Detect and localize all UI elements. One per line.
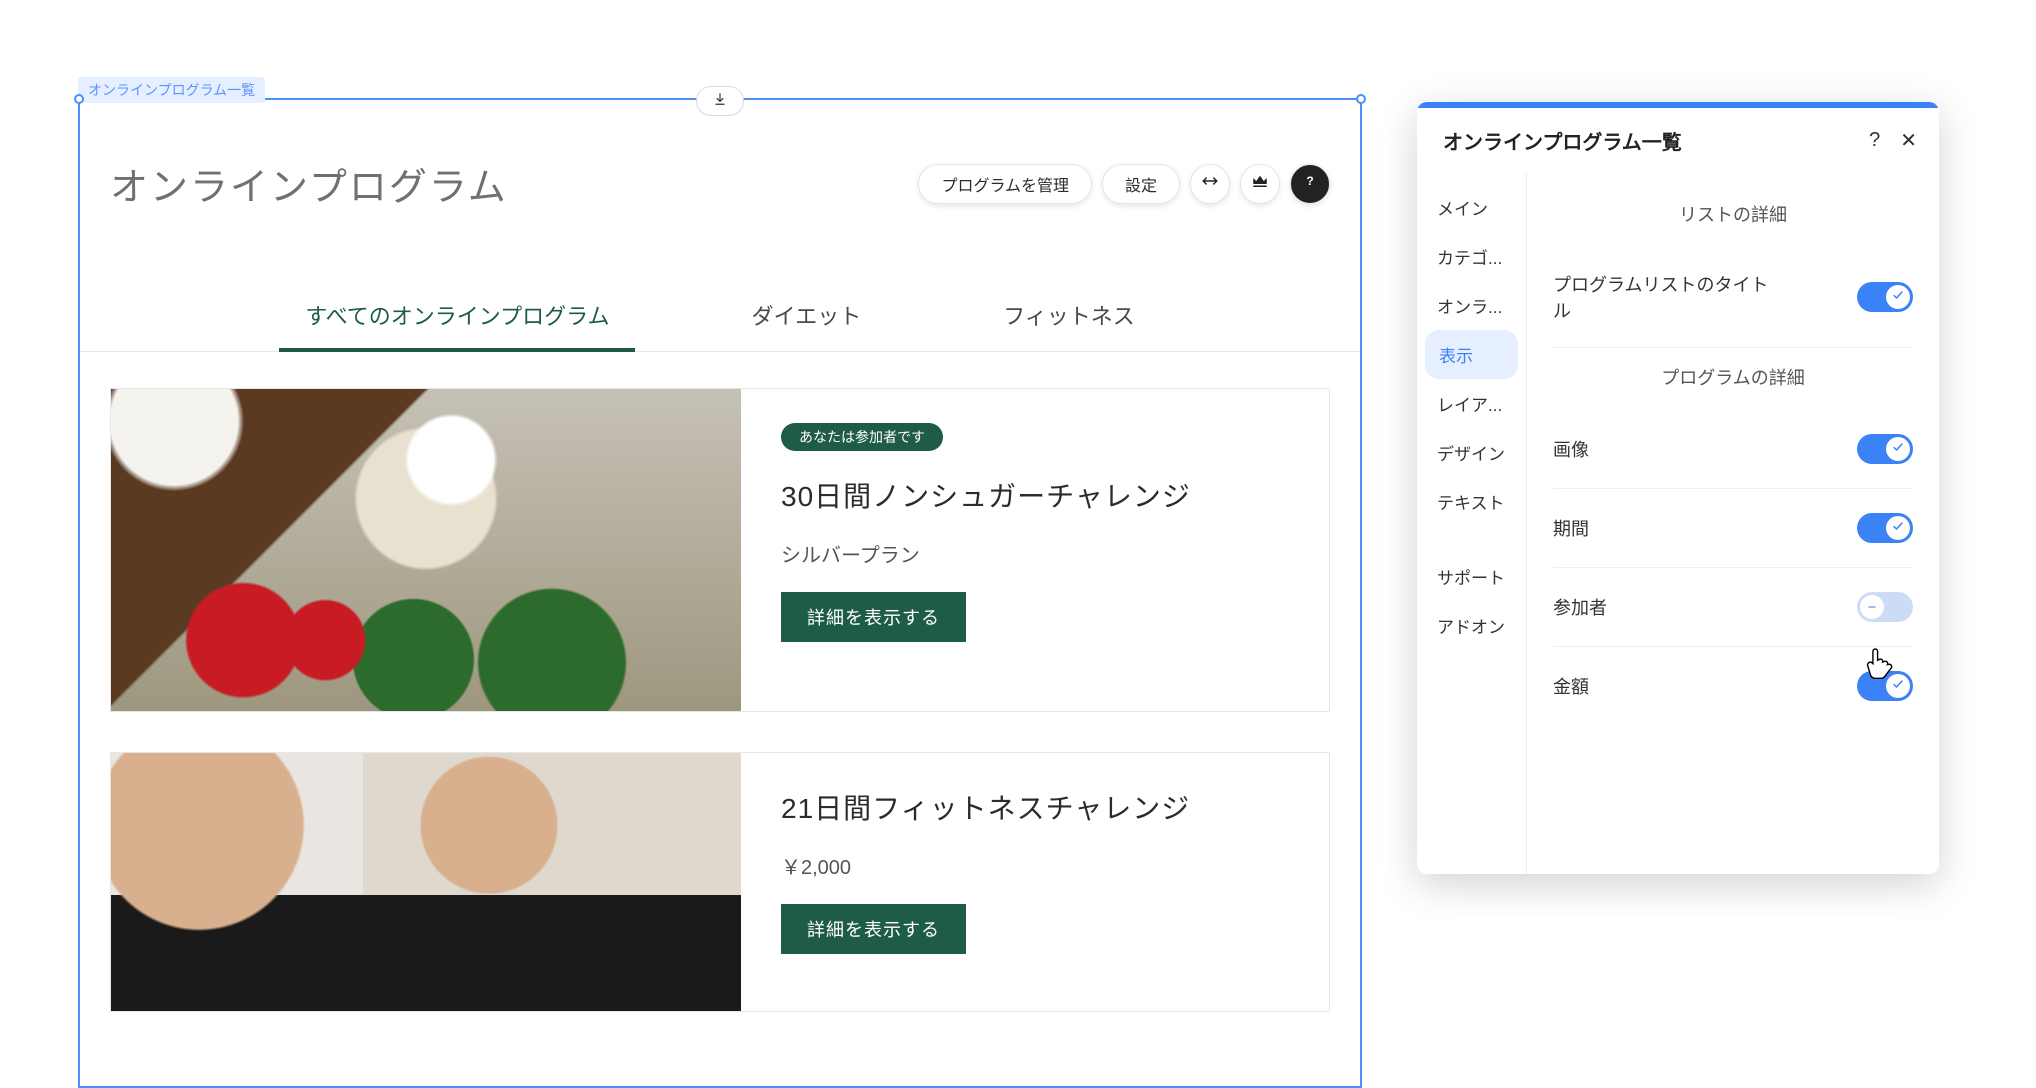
toggle-label: 画像	[1553, 436, 1589, 462]
widget-header: オンラインプログラム プログラムを管理 設定 ?	[80, 100, 1360, 211]
manage-programs-button[interactable]: プログラムを管理	[918, 164, 1092, 204]
category-tabs: すべてのオンラインプログラム ダイエット フィットネス	[80, 299, 1360, 352]
check-icon	[1892, 519, 1904, 537]
section-title-list: リストの詳細	[1553, 185, 1913, 247]
toggle-row-image: 画像	[1553, 410, 1913, 489]
close-icon[interactable]: ✕	[1900, 128, 1917, 153]
settings-content: リストの詳細 プログラムリストのタイトル プログラムの詳細 画像 期間	[1527, 173, 1939, 874]
toggle-knob	[1886, 516, 1910, 540]
panel-title: オンラインプログラム一覧	[1443, 126, 1682, 155]
download-icon	[713, 92, 727, 111]
check-icon	[1892, 677, 1904, 695]
toggle-knob	[1860, 595, 1884, 619]
view-details-button[interactable]: 詳細を表示する	[781, 592, 966, 642]
program-image	[111, 753, 741, 1011]
toggle-price[interactable]	[1857, 671, 1913, 701]
program-title: 30日間ノンシュガーチャレンジ	[781, 475, 1191, 515]
stretch-icon	[1201, 172, 1219, 195]
program-body: あなたは参加者です 30日間ノンシュガーチャレンジ シルバープラン 詳細を表示す…	[741, 389, 1231, 711]
help-button[interactable]: ?	[1290, 164, 1330, 204]
program-cards: あなたは参加者です 30日間ノンシュガーチャレンジ シルバープラン 詳細を表示す…	[80, 352, 1360, 1012]
tab-diet[interactable]: ダイエット	[725, 299, 887, 351]
toggle-knob	[1886, 437, 1910, 461]
sidenav-display[interactable]: 表示	[1425, 330, 1518, 379]
toggle-row-duration: 期間	[1553, 489, 1913, 568]
selection-label: オンラインプログラム一覧	[78, 77, 265, 103]
panel-help-icon[interactable]: ?	[1869, 129, 1880, 152]
download-pill[interactable]	[696, 86, 744, 116]
widget-canvas[interactable]: オンラインプログラム プログラムを管理 設定 ? すべてのオンラインプログラム	[78, 98, 1362, 1088]
view-details-button[interactable]: 詳細を表示する	[781, 904, 966, 954]
tab-fitness[interactable]: フィットネス	[977, 299, 1161, 351]
section-title-program: プログラムの詳細	[1553, 348, 1913, 410]
sidenav-online[interactable]: オンラ...	[1417, 281, 1526, 330]
widget-title: オンラインプログラム	[110, 156, 508, 211]
toggle-label: プログラムリストのタイトル	[1553, 271, 1783, 323]
toggle-knob	[1886, 674, 1910, 698]
program-card[interactable]: 21日間フィットネスチャレンジ ￥2,000 詳細を表示する	[110, 752, 1330, 1012]
program-image	[111, 389, 741, 711]
sidenav-design[interactable]: デザイン	[1417, 428, 1526, 477]
sidenav-categories[interactable]: カテゴ...	[1417, 232, 1526, 281]
toggle-row-list-title: プログラムリストのタイトル	[1553, 247, 1913, 348]
header-controls: プログラムを管理 設定 ?	[918, 164, 1330, 204]
widget-settings-button[interactable]: 設定	[1102, 164, 1180, 204]
crown-button[interactable]	[1240, 164, 1280, 204]
program-card[interactable]: あなたは参加者です 30日間ノンシュガーチャレンジ シルバープラン 詳細を表示す…	[110, 388, 1330, 712]
toggle-duration[interactable]	[1857, 513, 1913, 543]
participant-badge: あなたは参加者です	[781, 423, 943, 451]
stretch-button[interactable]	[1190, 164, 1230, 204]
check-icon	[1892, 288, 1904, 306]
minus-icon	[1866, 601, 1878, 613]
toggle-participants[interactable]	[1857, 592, 1913, 622]
sidenav-layout[interactable]: レイア...	[1417, 379, 1526, 428]
check-icon	[1892, 440, 1904, 458]
program-title: 21日間フィットネスチャレンジ	[781, 787, 1190, 827]
toggle-list-title[interactable]	[1857, 282, 1913, 312]
svg-text:?: ?	[1306, 174, 1313, 188]
sidenav-main[interactable]: メイン	[1417, 183, 1526, 232]
program-price: ￥2,000	[781, 851, 1190, 880]
question-icon: ?	[1301, 172, 1319, 195]
resize-handle-top-right[interactable]	[1356, 94, 1366, 104]
program-body: 21日間フィットネスチャレンジ ￥2,000 詳細を表示する	[741, 753, 1230, 1011]
sidenav-text[interactable]: テキスト	[1417, 477, 1526, 526]
tab-all[interactable]: すべてのオンラインプログラム	[279, 299, 635, 351]
toggle-row-price: 金額	[1553, 647, 1913, 725]
toggle-row-participants: 参加者	[1553, 568, 1913, 647]
program-subtitle: シルバープラン	[781, 539, 1191, 568]
resize-handle-top-left[interactable]	[74, 94, 84, 104]
crown-icon	[1251, 172, 1269, 195]
panel-sidenav: メイン カテゴ... オンラ... 表示 レイア... デザイン テキスト サポ…	[1417, 173, 1527, 874]
sidenav-addons[interactable]: アドオン	[1417, 601, 1526, 650]
toggle-knob	[1886, 285, 1910, 309]
toggle-label: 参加者	[1553, 594, 1607, 620]
toggle-label: 期間	[1553, 515, 1589, 541]
sidenav-support[interactable]: サポート	[1417, 552, 1526, 601]
toggle-image[interactable]	[1857, 434, 1913, 464]
panel-header: オンラインプログラム一覧 ? ✕	[1417, 108, 1939, 173]
toggle-label: 金額	[1553, 673, 1589, 699]
settings-panel: オンラインプログラム一覧 ? ✕ メイン カテゴ... オンラ... 表示 レイ…	[1417, 102, 1939, 874]
